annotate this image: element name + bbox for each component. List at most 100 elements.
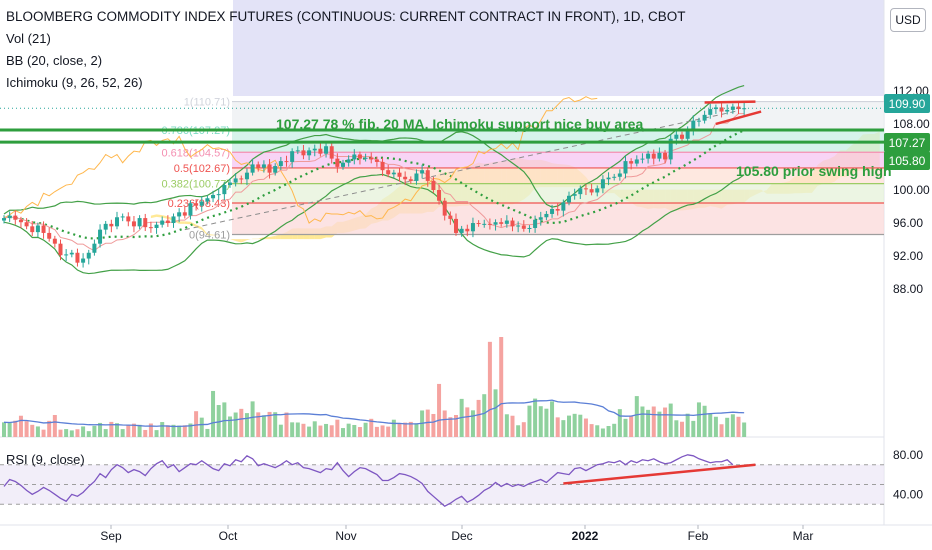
- candle-body: [211, 194, 216, 199]
- volume-bar: [651, 406, 656, 437]
- volume-bar: [521, 422, 526, 437]
- volume-bar: [352, 424, 357, 437]
- volume-bar: [182, 425, 187, 437]
- volume-bar: [295, 422, 300, 437]
- volume-bar: [713, 416, 718, 437]
- volume-bar: [222, 402, 227, 437]
- candle-body: [550, 208, 555, 214]
- candle-body: [290, 151, 295, 162]
- volume-bar: [324, 423, 329, 437]
- chart-title: BLOOMBERG COMMODITY INDEX FUTURES (CONTI…: [6, 9, 686, 24]
- candle-body: [81, 258, 86, 263]
- volume-bar: [668, 403, 673, 437]
- candle-body: [58, 243, 63, 256]
- candle-body: [143, 218, 148, 228]
- candle-body: [47, 232, 52, 239]
- volume-bar: [403, 422, 408, 437]
- volume-bar: [504, 414, 509, 437]
- candle-body: [708, 109, 713, 115]
- candle-body: [623, 161, 628, 174]
- candle-body: [685, 130, 690, 139]
- currency-button[interactable]: USD: [890, 8, 926, 32]
- candle-body: [216, 194, 221, 196]
- volume-bar: [177, 425, 182, 437]
- volume-bar: [742, 422, 747, 437]
- candle-body: [69, 252, 74, 255]
- volume-bar: [386, 426, 391, 437]
- volume-bar: [550, 401, 555, 437]
- volume-bar: [261, 415, 266, 437]
- candle-body: [103, 223, 108, 230]
- bollinger-indicator-label[interactable]: BB (20, close, 2): [6, 53, 102, 68]
- volume-bar: [341, 428, 345, 437]
- rsi-indicator-label[interactable]: RSI (9, close): [6, 452, 85, 467]
- candle-body: [561, 202, 566, 211]
- candle-body: [199, 201, 204, 206]
- candle-body: [431, 180, 436, 190]
- ichimoku-cloud-segment: [230, 239, 236, 241]
- candle-body: [228, 182, 232, 186]
- candle-body: [205, 198, 210, 202]
- candle-body: [352, 154, 357, 160]
- candle-body: [544, 213, 549, 218]
- candle-body: [115, 217, 119, 227]
- candle-body: [13, 215, 18, 220]
- candle-body: [41, 225, 46, 233]
- volume-bar: [696, 402, 701, 437]
- candle-body: [357, 154, 362, 159]
- ichimoku-cloud-segment: [235, 239, 242, 243]
- candle-body: [137, 218, 142, 227]
- volume-bar: [595, 425, 600, 437]
- candle-body: [448, 215, 453, 219]
- volume-bar: [685, 413, 690, 437]
- ichimoku-indicator-label[interactable]: Ichimoku (9, 26, 52, 26): [6, 75, 143, 90]
- candle-body: [267, 164, 272, 173]
- volume-bar: [391, 419, 396, 437]
- candle-body: [516, 225, 521, 227]
- volume-bar: [516, 425, 521, 437]
- candle-body: [459, 228, 464, 233]
- volume-bar: [589, 424, 594, 437]
- volume-bar: [7, 422, 12, 437]
- candle-body: [572, 194, 577, 196]
- candle-body: [403, 176, 408, 180]
- candle-body: [278, 161, 283, 167]
- volume-bar: [448, 417, 453, 437]
- volume-bar: [239, 408, 244, 437]
- candle-body: [606, 177, 611, 180]
- candle-body: [24, 222, 29, 227]
- volume-bar: [86, 431, 91, 437]
- volume-bar: [583, 418, 588, 437]
- buy-area-annotation: 107.27 78 % fib, 20 MA, Ichimoku support…: [276, 116, 644, 132]
- volume-indicator-label[interactable]: Vol (21): [6, 31, 51, 46]
- price-axis-tick-label: 108.00: [893, 117, 930, 131]
- candle-body: [35, 225, 40, 233]
- volume-bar: [103, 429, 108, 437]
- volume-bar: [30, 424, 35, 437]
- candle-body: [182, 212, 187, 216]
- volume-bar: [228, 416, 232, 437]
- candle-body: [98, 229, 103, 244]
- swing-high-annotation: 105.80 prior swing high: [736, 163, 892, 179]
- candle-body: [527, 227, 532, 229]
- ichimoku-cloud-segment: [241, 239, 247, 243]
- volume-bar: [442, 410, 447, 437]
- candle-body: [346, 159, 351, 163]
- volume-bar: [578, 414, 583, 437]
- volume-bar: [52, 415, 57, 437]
- volume-bar: [346, 423, 351, 437]
- ichimoku-cloud-segment: [156, 214, 163, 218]
- candle-body: [256, 164, 261, 168]
- ichimoku-cloud-segment: [184, 221, 191, 225]
- volume-bar: [233, 412, 238, 437]
- volume-bar: [35, 426, 40, 437]
- candle-body: [538, 217, 543, 220]
- candle-body: [30, 226, 35, 233]
- ichimoku-cloud-segment: [179, 221, 185, 224]
- time-axis-tick-label: Oct: [219, 529, 238, 543]
- candle-body: [533, 219, 538, 228]
- price-axis-tick-label: 96.00: [893, 216, 923, 230]
- last-price-tag: 109.90: [884, 94, 930, 113]
- candle-body: [312, 148, 317, 151]
- candle-body: [702, 114, 707, 121]
